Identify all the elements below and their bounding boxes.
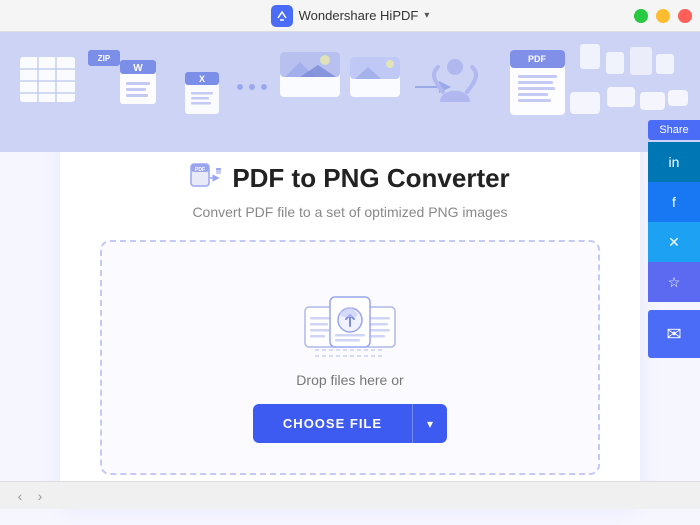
main-content: PDF PDF to PNG Converter Convert PDF fil…	[0, 152, 700, 525]
star-button[interactable]: ☆	[648, 262, 700, 302]
linkedin-icon: in	[669, 154, 680, 170]
bottom-bar: ‹ ›	[0, 481, 700, 509]
email-sidebar: ✉	[648, 310, 700, 358]
drop-text: Drop files here or	[296, 372, 403, 388]
choose-file-dropdown-button[interactable]: ▾	[412, 404, 447, 443]
svg-text:ZIP: ZIP	[98, 54, 111, 63]
maximize-button[interactable]	[634, 9, 648, 23]
forward-button[interactable]: ›	[30, 486, 50, 506]
hero-banner: ZIP W X	[0, 32, 700, 152]
upload-illustration	[300, 282, 400, 372]
converter-header: PDF PDF to PNG Converter	[190, 162, 509, 194]
email-icon: ✉	[666, 324, 681, 345]
star-icon: ☆	[668, 274, 681, 291]
email-button[interactable]: ✉	[648, 310, 700, 358]
titlebar: Wondershare HiPDF ▾	[0, 0, 700, 32]
twitter-icon: ✕	[668, 234, 680, 251]
back-button[interactable]: ‹	[10, 486, 30, 506]
app-title: Wondershare HiPDF	[299, 8, 419, 23]
choose-file-button[interactable]: CHOOSE FILE	[253, 404, 412, 443]
svg-text:PDF: PDF	[195, 167, 205, 173]
chevron-down-icon: ▾	[427, 417, 433, 431]
svg-text:PDF: PDF	[528, 54, 547, 64]
svg-text:X: X	[199, 74, 205, 84]
minimize-button[interactable]	[656, 9, 670, 23]
drop-zone: Drop files here or CHOOSE FILE ▾	[100, 240, 600, 475]
svg-text:W: W	[133, 63, 143, 74]
converter-subtitle: Convert PDF file to a set of optimized P…	[192, 204, 507, 220]
facebook-icon: f	[672, 194, 676, 210]
choose-file-wrapper: CHOOSE FILE ▾	[253, 404, 447, 443]
page-title: PDF to PNG Converter	[232, 163, 509, 194]
facebook-share-button[interactable]: f	[648, 182, 700, 222]
titlebar-content: Wondershare HiPDF ▾	[271, 5, 430, 27]
converter-icon: PDF	[190, 162, 222, 194]
converter-card: PDF PDF to PNG Converter Convert PDF fil…	[60, 132, 640, 505]
twitter-share-button[interactable]: ✕	[648, 222, 700, 262]
share-label: Share	[648, 120, 700, 140]
close-button[interactable]	[678, 9, 692, 23]
share-sidebar: Share in f ✕ ☆	[648, 120, 700, 302]
app-logo	[271, 5, 293, 27]
linkedin-share-button[interactable]: in	[648, 142, 700, 182]
chevron-down-icon[interactable]: ▾	[424, 10, 429, 21]
